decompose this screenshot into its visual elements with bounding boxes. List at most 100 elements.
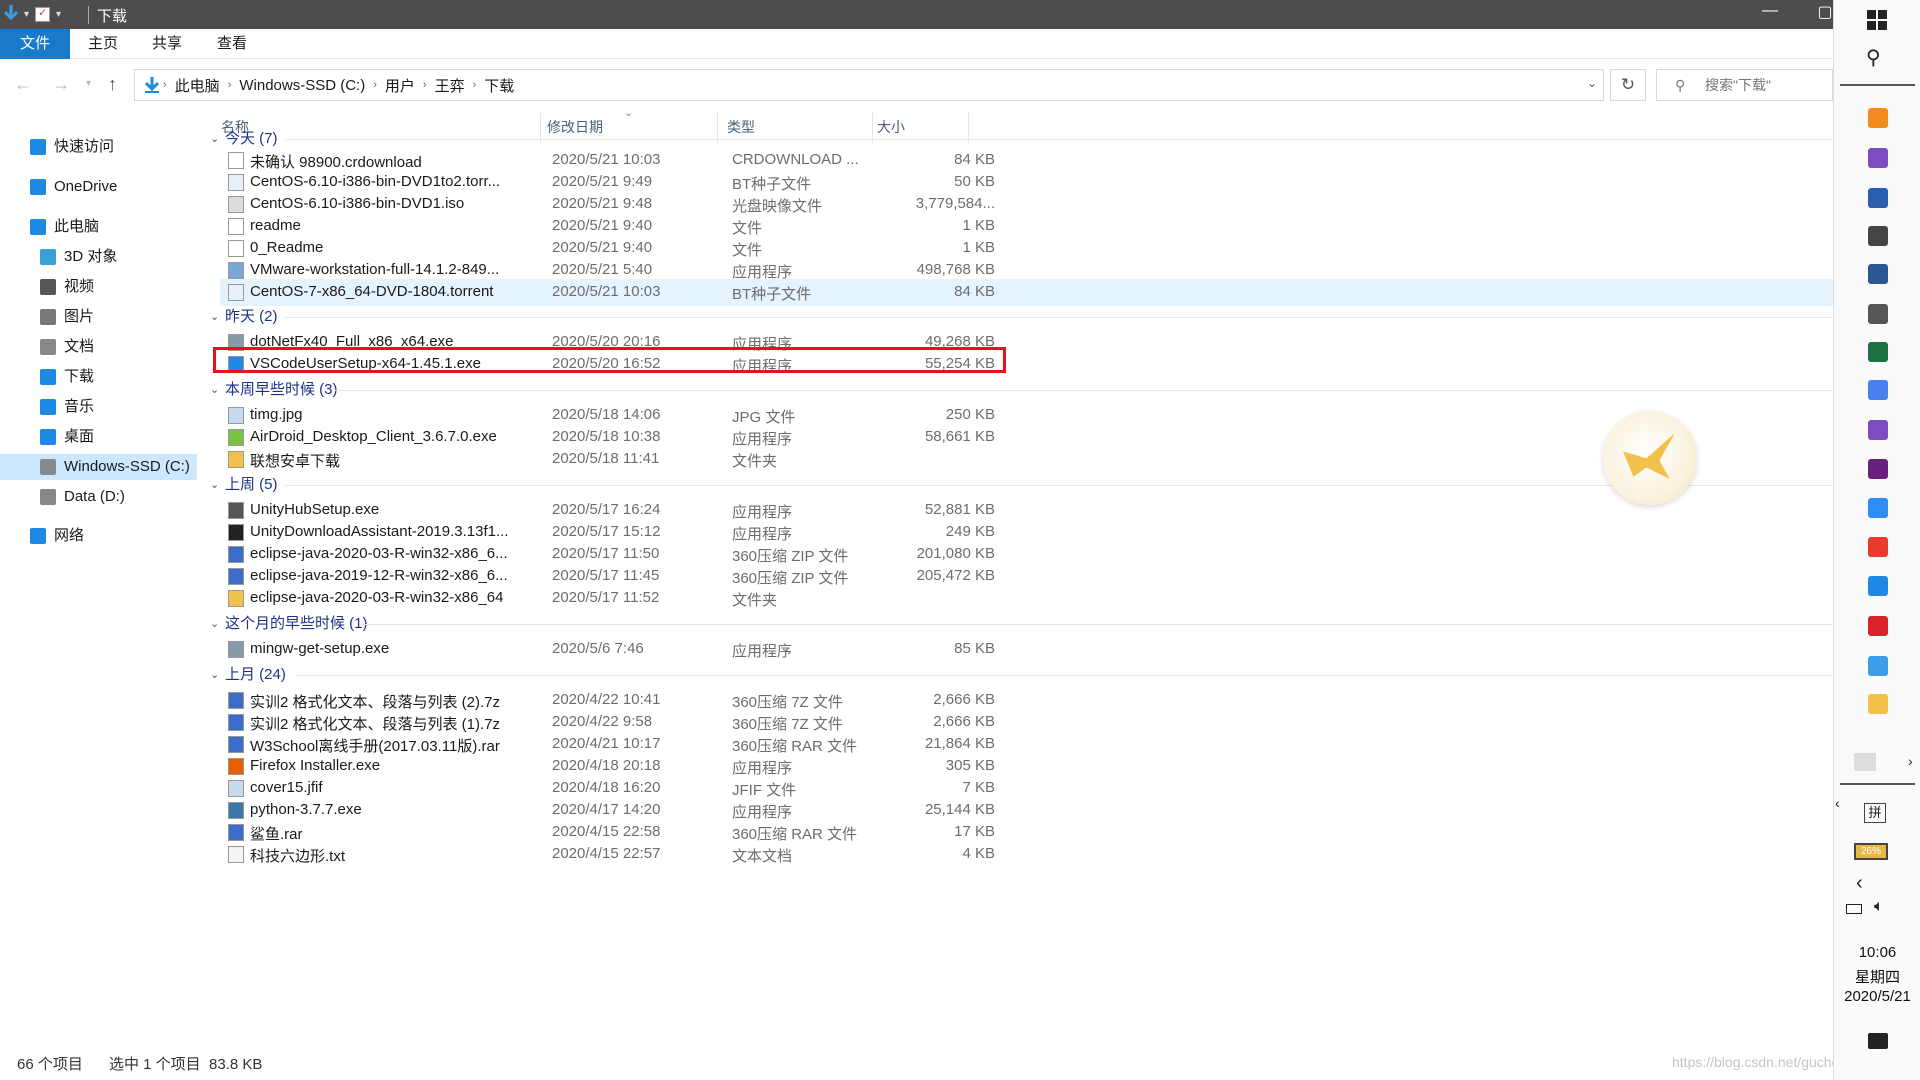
up-arrow-icon[interactable]: ↑ xyxy=(108,74,117,95)
nav-item-label: 网络 xyxy=(54,527,85,544)
breadcrumb-this-pc[interactable]: 此电脑 xyxy=(169,75,226,96)
file-name: python-3.7.7.exe xyxy=(250,801,362,818)
nav-item[interactable]: 图片 xyxy=(40,304,94,330)
breadcrumb-downloads[interactable]: 下载 xyxy=(478,75,520,96)
notification-icon[interactable] xyxy=(1868,1033,1888,1049)
forward-arrow-icon[interactable]: → xyxy=(52,74,70,95)
desktop-icon xyxy=(40,429,56,445)
nav-item[interactable]: OneDrive xyxy=(30,174,117,200)
chevron-right-icon[interactable]: › xyxy=(421,79,429,91)
address-bar[interactable]: › 此电脑 › Windows-SSD (C:) › 用户 › 王弈 › 下载 … xyxy=(134,69,1604,101)
file-size: 85 KB xyxy=(954,640,995,657)
search-input[interactable]: ⚲ 搜索"下载" xyxy=(1656,69,1833,101)
file-date: 2020/4/15 22:58 xyxy=(552,823,661,840)
tab-home[interactable]: 主页 xyxy=(74,29,132,59)
visual-studio-2-icon[interactable] xyxy=(1868,420,1888,440)
floating-vip-assistant[interactable]: VIP xyxy=(1603,411,1697,505)
ime-indicator[interactable]: 拼 xyxy=(1864,803,1886,823)
file-size: 250 KB xyxy=(945,406,995,423)
chevron-down-icon[interactable]: ⌄ xyxy=(210,125,219,153)
chevron-down-icon[interactable]: ⌄ xyxy=(210,661,219,689)
chevron-right-icon[interactable]: › xyxy=(161,79,169,91)
breadcrumb-drive[interactable]: Windows-SSD (C:) xyxy=(233,77,371,94)
file-date: 2020/5/17 15:12 xyxy=(552,523,661,540)
chevron-right-icon[interactable]: › xyxy=(371,79,379,91)
nav-item[interactable]: 音乐 xyxy=(40,394,94,420)
qat-customize-icon[interactable]: ▾ xyxy=(56,9,61,20)
group-header[interactable]: ⌄ 本周早些时候 (3) xyxy=(205,376,1833,404)
nav-item[interactable]: 文档 xyxy=(40,334,94,360)
nav-item[interactable]: 此电脑 xyxy=(30,214,99,240)
windows-start-icon[interactable] xyxy=(1867,10,1887,30)
nav-item[interactable]: 视频 xyxy=(40,274,94,300)
chevron-right-icon[interactable]: › xyxy=(471,79,479,91)
sublime-icon[interactable] xyxy=(1868,108,1888,128)
excel-icon[interactable] xyxy=(1868,342,1888,362)
tab-view[interactable]: 查看 xyxy=(203,29,261,59)
volume-icon[interactable]: 🔈︎ xyxy=(1874,898,1884,916)
youdao-icon[interactable] xyxy=(1868,537,1888,557)
document-icon xyxy=(40,339,56,355)
file-row[interactable]: 联想安卓下载 2020/5/18 11:41 文件夹 xyxy=(220,446,1833,473)
group-header[interactable]: ⌄ 这个月的早些时候 (1) xyxy=(205,610,1833,638)
file-row[interactable]: 科技六边形.txt 2020/4/15 22:57 文本文档 4 KB xyxy=(220,841,1833,868)
chevron-down-icon[interactable]: ⌄ xyxy=(210,376,219,404)
group-header[interactable]: ⌄ 昨天 (2) xyxy=(205,303,1833,331)
maximize-button[interactable]: ▢ xyxy=(1810,2,1833,26)
scroll-left-icon[interactable]: ‹ xyxy=(1835,795,1840,811)
feishu-icon[interactable] xyxy=(1868,380,1888,400)
file-row[interactable]: eclipse-java-2020-03-R-win32-x86_64 2020/… xyxy=(220,585,1833,612)
search-icon[interactable]: ⚲ xyxy=(1866,45,1881,70)
recent-locations-icon[interactable]: ▾ xyxy=(86,78,91,89)
file-explorer-icon[interactable] xyxy=(1868,694,1888,714)
chevron-down-icon[interactable]: ⌄ xyxy=(210,303,219,331)
clock-weekday[interactable]: 星期四 xyxy=(1834,966,1920,987)
nav-item[interactable]: Windows-SSD (C:) xyxy=(0,454,197,480)
nav-item[interactable]: Data (D:) xyxy=(40,484,125,510)
nav-item[interactable]: 快速访问 xyxy=(30,134,114,160)
chevron-right-icon[interactable]: › xyxy=(226,79,234,91)
nav-item[interactable]: 下载 xyxy=(40,364,94,390)
nav-item[interactable]: 桌面 xyxy=(40,424,94,450)
file-size: 2,666 KB xyxy=(933,713,995,730)
control-panel-icon[interactable] xyxy=(1868,656,1888,676)
file-date: 2020/4/18 16:20 xyxy=(552,779,661,796)
scroll-right-icon[interactable]: › xyxy=(1908,753,1913,769)
chevron-down-icon[interactable]: ⌄ xyxy=(210,471,219,499)
nav-item[interactable]: 网络 xyxy=(30,523,84,549)
baidu-netdisk-icon[interactable] xyxy=(1868,498,1888,518)
cmd-icon[interactable] xyxy=(1868,188,1888,208)
breadcrumb-user[interactable]: 王弈 xyxy=(429,75,471,96)
chevron-down-icon[interactable]: ⌄ xyxy=(210,610,219,638)
back-arrow-icon[interactable]: ← xyxy=(14,74,32,95)
unity-icon[interactable] xyxy=(1868,226,1888,246)
tab-file[interactable]: 文件 xyxy=(0,29,70,59)
word-icon[interactable] xyxy=(1868,264,1888,284)
download-arrow-icon[interactable] xyxy=(4,5,18,23)
chevron-down-icon[interactable]: ⌄ xyxy=(1587,76,1597,90)
battery-small-icon[interactable] xyxy=(1846,904,1862,914)
visual-studio-icon[interactable] xyxy=(1868,148,1888,168)
clock-date[interactable]: 2020/5/21 xyxy=(1834,988,1920,1005)
file-row[interactable]: CentOS-7-x86_64-DVD-1804.torrent 2020/5/2… xyxy=(220,279,1833,306)
group-header[interactable]: ⌄ 上周 (5) xyxy=(205,471,1833,499)
minimize-button[interactable]: — xyxy=(1755,2,1785,26)
tab-share[interactable]: 共享 xyxy=(138,29,196,59)
taskbar-scrollbar-thumb[interactable] xyxy=(1854,753,1876,771)
file-row[interactable]: mingw-get-setup.exe 2020/5/6 7:46 应用程序 85 K… xyxy=(220,636,1833,663)
group-header[interactable]: ⌄ 上月 (24) xyxy=(205,661,1833,689)
dropdown-icon[interactable]: ▾ xyxy=(24,9,29,20)
file-name: 科技六边形.txt xyxy=(250,848,346,865)
refresh-button[interactable]: ↻ xyxy=(1610,69,1646,101)
file-date: 2020/4/22 9:58 xyxy=(552,713,653,730)
clock-time[interactable]: 10:06 xyxy=(1834,944,1920,961)
netease-music-icon[interactable] xyxy=(1868,616,1888,636)
calculator-icon[interactable] xyxy=(1868,304,1888,324)
feiq-icon[interactable] xyxy=(1868,576,1888,596)
visual-studio-3-icon[interactable] xyxy=(1868,459,1888,479)
breadcrumb-users[interactable]: 用户 xyxy=(379,75,421,96)
nav-item[interactable]: 3D 对象 xyxy=(40,244,117,270)
chevron-left-icon[interactable]: ‹ xyxy=(1856,872,1863,895)
properties-icon[interactable]: ✓ xyxy=(35,6,51,22)
battery-indicator[interactable]: 26% xyxy=(1854,843,1888,860)
